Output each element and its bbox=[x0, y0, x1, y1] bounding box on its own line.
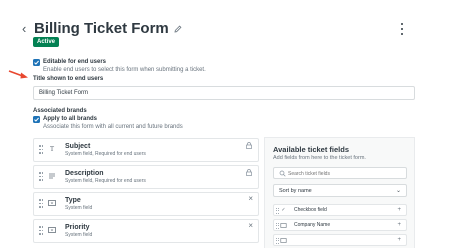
dropdown-field-icon bbox=[48, 200, 56, 206]
available-field-item[interactable]: ✓ Checkbox field + bbox=[273, 204, 407, 216]
sort-label: Sort by name bbox=[279, 188, 312, 194]
check-icon: ✓ bbox=[281, 207, 286, 213]
page-title: Billing Ticket Form bbox=[34, 20, 169, 37]
field-name: Priority bbox=[65, 224, 90, 231]
field-card-priority[interactable]: Priority System field × bbox=[33, 219, 259, 243]
more-options-icon[interactable] bbox=[398, 22, 406, 36]
drag-handle-icon[interactable] bbox=[276, 208, 279, 214]
drag-handle-icon[interactable] bbox=[276, 238, 279, 244]
available-field-item[interactable]: + bbox=[273, 234, 407, 246]
available-field-item[interactable]: Company Name + bbox=[273, 219, 407, 231]
lock-icon bbox=[246, 169, 252, 176]
drag-handle-icon[interactable] bbox=[39, 226, 43, 236]
field-card-description[interactable]: Description System field, Required for e… bbox=[33, 165, 259, 189]
available-field-label: Checkbox field bbox=[294, 207, 327, 213]
add-field-icon[interactable]: + bbox=[397, 221, 401, 229]
brands-section-label: Associated brands bbox=[33, 108, 87, 114]
drag-handle-icon[interactable] bbox=[39, 145, 43, 155]
field-description: System field, Required for end users bbox=[65, 178, 146, 184]
field-name: Subject bbox=[65, 143, 91, 150]
field-description: System field bbox=[65, 205, 93, 211]
checkmark-icon bbox=[34, 60, 39, 65]
back-chevron-icon[interactable]: ‹ bbox=[22, 22, 32, 35]
title-field-label: Title shown to end users bbox=[33, 76, 104, 82]
add-field-icon[interactable]: + bbox=[397, 236, 401, 244]
field-name: Type bbox=[65, 197, 81, 204]
field-name: Description bbox=[65, 170, 104, 177]
add-field-icon[interactable]: + bbox=[397, 206, 401, 214]
sort-dropdown[interactable]: Sort by name ⌄ bbox=[273, 184, 407, 197]
drag-handle-icon[interactable] bbox=[276, 223, 279, 229]
status-badge: Active bbox=[33, 37, 60, 47]
dropdown-field-icon bbox=[48, 227, 56, 233]
editable-hint: Enable end users to select this form whe… bbox=[43, 67, 206, 73]
page-header: ‹ Billing Ticket Form bbox=[22, 20, 182, 37]
editable-label: Editable for end users bbox=[43, 59, 107, 65]
panel-title: Available ticket fields bbox=[273, 145, 350, 154]
drag-handle-icon[interactable] bbox=[39, 199, 43, 209]
chevron-down-icon: ⌄ bbox=[395, 188, 401, 194]
title-input[interactable]: Billing Ticket Form bbox=[33, 86, 415, 100]
available-field-label: Company Name bbox=[294, 222, 331, 228]
editable-checkbox[interactable] bbox=[33, 59, 40, 66]
search-box[interactable] bbox=[273, 167, 407, 179]
lock-icon bbox=[246, 142, 252, 149]
search-input[interactable] bbox=[288, 169, 403, 178]
field-card-type[interactable]: Type System field × bbox=[33, 192, 259, 216]
field-icon bbox=[280, 238, 287, 243]
field-description: System field, Required for end users bbox=[65, 151, 146, 157]
remove-field-icon[interactable]: × bbox=[248, 194, 253, 203]
annotation-arrow-icon bbox=[8, 70, 28, 79]
dropdown-field-icon bbox=[280, 223, 287, 228]
apply-all-brands-checkbox[interactable] bbox=[33, 116, 40, 123]
field-description: System field bbox=[65, 232, 93, 238]
search-icon bbox=[279, 170, 286, 177]
text-field-icon: T bbox=[49, 145, 55, 153]
multiline-text-icon bbox=[49, 173, 55, 179]
apply-all-brands-hint: Associate this form with all current and… bbox=[43, 124, 183, 130]
checkmark-icon bbox=[34, 117, 39, 122]
drag-handle-icon[interactable] bbox=[39, 172, 43, 182]
pencil-icon[interactable] bbox=[174, 25, 182, 33]
apply-all-brands-label: Apply to all brands bbox=[43, 116, 98, 122]
panel-subtitle: Add fields from here to the ticket form. bbox=[273, 155, 366, 161]
remove-field-icon[interactable]: × bbox=[248, 221, 253, 230]
field-card-subject[interactable]: T Subject System field, Required for end… bbox=[33, 138, 259, 162]
available-fields-panel: Available ticket fields Add fields from … bbox=[264, 137, 415, 248]
